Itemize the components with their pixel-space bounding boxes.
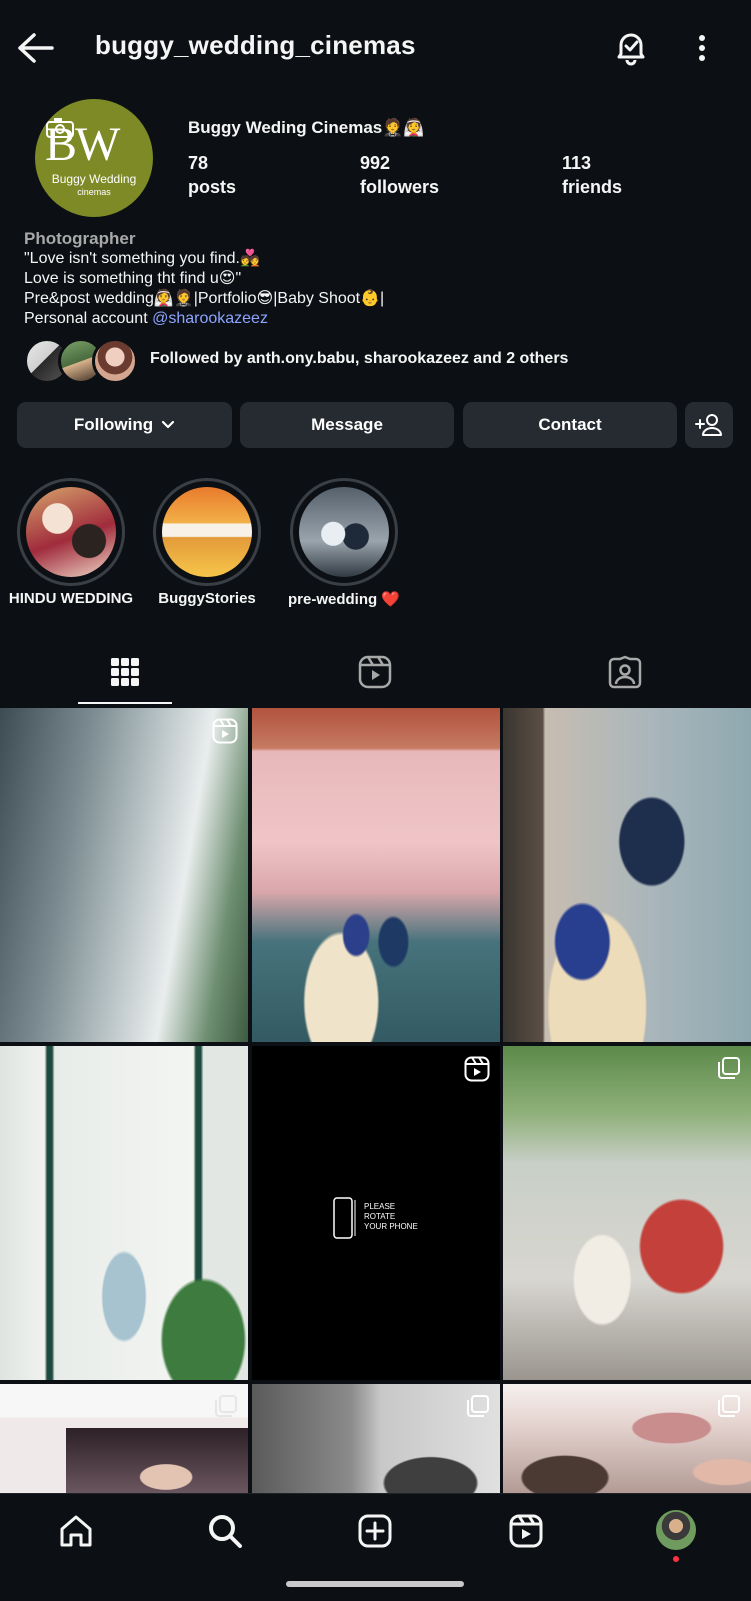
highlight-buggystories[interactable] — [153, 478, 261, 586]
stat-friends[interactable]: 113 friends — [562, 151, 622, 199]
grid-post-2[interactable] — [252, 708, 500, 1042]
display-name: Buggy Weding Cinemas🤵👰 — [188, 118, 425, 137]
bio-line: "Love isn't something you find.💑 — [24, 250, 260, 267]
tab-tagged[interactable] — [500, 640, 750, 704]
bio-line: Personal account @sharookazeez — [24, 309, 724, 329]
grid-post-9[interactable] — [503, 1384, 751, 1494]
grid-post-6[interactable] — [503, 1046, 751, 1380]
top-bar: buggy_wedding_cinemas — [0, 0, 751, 96]
reels-icon — [358, 655, 392, 689]
kebab-menu-icon[interactable] — [690, 30, 714, 66]
person-add-icon — [695, 414, 722, 436]
bio-category: Photographer — [24, 229, 136, 248]
logo-line1: Buggy Wedding — [51, 172, 137, 186]
grid-post-5[interactable]: PLEASE ROTATE YOUR PHONE — [252, 1046, 500, 1380]
tab-grid[interactable] — [0, 640, 250, 704]
grid-post-7[interactable] — [0, 1384, 248, 1494]
profile-avatar[interactable]: BW Buggy Wedding cinemas — [35, 99, 153, 217]
home-icon[interactable] — [57, 1512, 95, 1550]
stat-value: 113 — [562, 153, 592, 173]
highlight-hindu-wedding[interactable] — [17, 478, 125, 586]
bio-line: Pre&post wedding👰🤵|Portfolio😎|Baby Shoot… — [24, 290, 385, 307]
contact-label: Contact — [538, 415, 602, 434]
profile-username: buggy_wedding_cinemas — [95, 30, 416, 60]
chevron-down-icon — [162, 420, 175, 429]
profile-tabs — [0, 640, 751, 706]
reels-nav-icon[interactable] — [507, 1512, 545, 1550]
stat-followers[interactable]: 992 followers — [360, 151, 439, 199]
highlight-cover — [299, 487, 389, 577]
rotate-text-line: ROTATE — [364, 1212, 396, 1221]
grid-icon — [111, 658, 139, 686]
bio-line: Love is something tht find u😍" — [24, 270, 242, 287]
stat-posts[interactable]: 78 posts — [188, 151, 236, 199]
profile-bio: Photographer "Love isn't something you f… — [24, 229, 724, 329]
highlight-pre-wedding[interactable] — [290, 478, 398, 586]
follower-avatar — [92, 338, 138, 384]
reel-badge-icon — [464, 1056, 490, 1082]
grid-post-3[interactable] — [503, 708, 751, 1042]
tab-reels[interactable] — [250, 640, 500, 704]
stat-label: friends — [562, 177, 623, 197]
post-photo — [66, 1428, 248, 1494]
notification-bell-icon[interactable] — [612, 28, 650, 66]
message-label: Message — [311, 415, 383, 434]
logo-line2: cinemas — [77, 187, 111, 197]
logo-mark: BW — [45, 118, 120, 171]
following-button[interactable]: Following — [17, 402, 232, 448]
highlight-cover — [162, 487, 252, 577]
grid-post-4[interactable] — [0, 1046, 248, 1380]
carousel-badge-icon — [467, 1395, 489, 1417]
carousel-badge-icon — [718, 1057, 740, 1079]
rotate-phone-text: PLEASE ROTATE YOUR PHONE — [364, 1202, 418, 1232]
system-home-indicator[interactable] — [286, 1581, 464, 1587]
profile-avatar-nav[interactable] — [656, 1510, 696, 1550]
search-icon[interactable] — [206, 1512, 244, 1550]
highlight-label: HINDU WEDDING — [8, 590, 134, 607]
bio-line-text: Personal account — [24, 310, 153, 327]
highlight-cover — [26, 487, 116, 577]
grid-post-8[interactable] — [252, 1384, 500, 1494]
reel-badge-icon — [212, 718, 238, 744]
stat-label: posts — [188, 177, 237, 197]
carousel-badge-icon — [718, 1395, 740, 1417]
followed-by-row[interactable]: Followed by anth.ony.babu, sharookazeez … — [24, 338, 724, 384]
add-friend-button[interactable] — [685, 402, 733, 448]
following-label: Following — [73, 415, 154, 434]
stat-value: 992 — [360, 153, 391, 173]
rotate-phone-icon — [333, 1197, 356, 1239]
stat-value: 78 — [188, 153, 209, 173]
create-post-icon[interactable] — [356, 1512, 394, 1550]
grid-post-1[interactable] — [0, 708, 248, 1042]
rotate-text-line: YOUR PHONE — [364, 1222, 418, 1231]
active-tab-indicator — [78, 702, 172, 704]
notification-dot — [673, 1556, 679, 1562]
followed-by-text: Followed by anth.ony.babu, sharookazeez … — [150, 350, 569, 367]
back-arrow-icon[interactable] — [16, 30, 56, 66]
carousel-badge-icon — [215, 1395, 237, 1417]
stat-label: followers — [360, 177, 440, 197]
rotate-text-line: PLEASE — [364, 1202, 396, 1211]
bio-mention-link[interactable]: @sharookazeez — [152, 310, 268, 327]
tagged-user-icon — [608, 655, 642, 689]
contact-button[interactable]: Contact — [463, 402, 677, 448]
highlight-label: pre-wedding ❤️ — [287, 591, 400, 608]
message-button[interactable]: Message — [240, 402, 454, 448]
highlight-label: BuggyStories — [158, 590, 256, 607]
